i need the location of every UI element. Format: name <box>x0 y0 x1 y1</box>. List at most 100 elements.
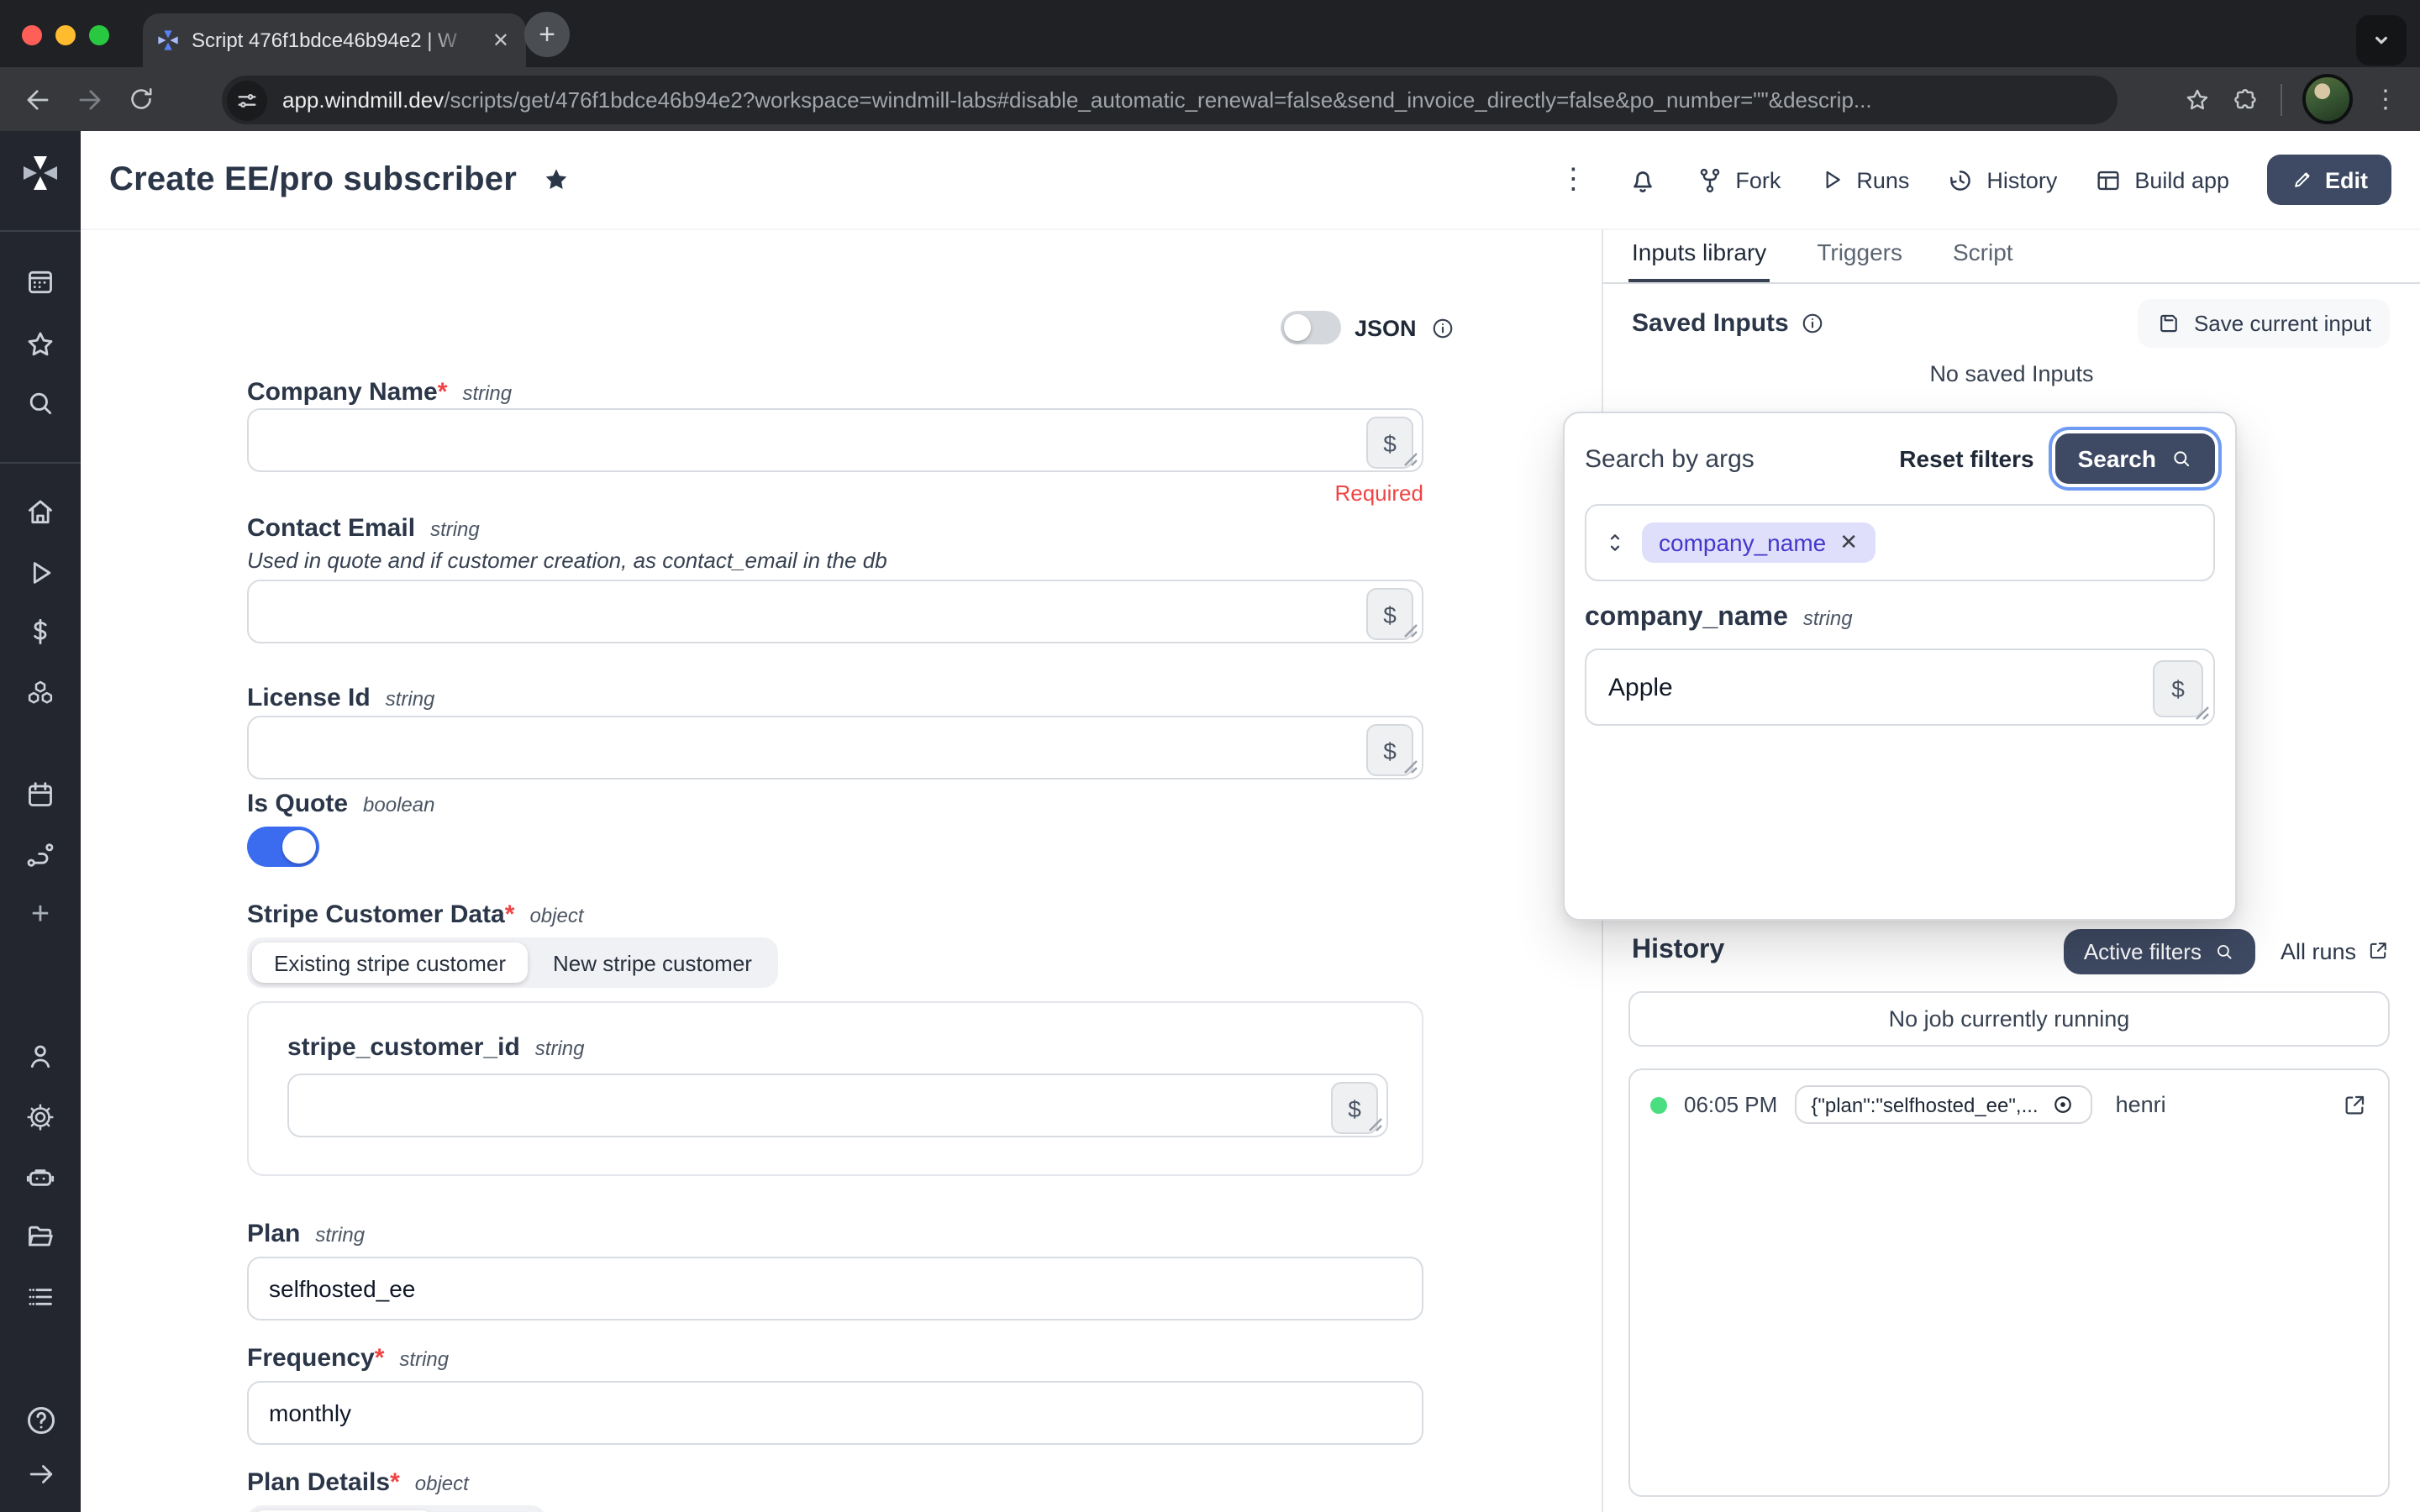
reset-filters-button[interactable]: Reset filters <box>1899 445 2033 472</box>
runs-button[interactable]: Runs <box>1818 166 1909 193</box>
window-minimize-button[interactable] <box>55 25 76 45</box>
search-label: Search <box>2078 445 2156 472</box>
job-open-icon[interactable] <box>2341 1091 2368 1118</box>
sidebar-item-billing[interactable] <box>20 612 60 652</box>
json-toggle[interactable] <box>1281 311 1341 344</box>
sidebar-item-workers[interactable] <box>20 1158 60 1198</box>
arg-chip-company-name[interactable]: company_name ✕ <box>1642 522 1875 563</box>
json-info-icon[interactable] <box>1430 315 1455 340</box>
sidebar-item-users[interactable] <box>20 1037 60 1077</box>
save-current-input-button[interactable]: Save current input <box>2139 298 2390 347</box>
url-bar[interactable]: app.windmill.dev/scripts/get/476f1bdce46… <box>222 76 2118 124</box>
job-row[interactable]: 06:05 PM {"plan":"selfhosted_ee",... hen… <box>1630 1070 2388 1139</box>
browser-tab[interactable]: Script 476f1bdce46b94e2 | W ✕ <box>143 13 526 67</box>
sidebar-item-flows[interactable] <box>20 835 60 875</box>
sidebar-item-home[interactable] <box>20 492 60 533</box>
fork-label: Fork <box>1735 167 1781 192</box>
favorite-star-icon[interactable] <box>540 165 571 195</box>
history-button[interactable]: History <box>1946 165 2057 194</box>
all-runs-link[interactable]: All runs <box>2281 938 2390 963</box>
sidebar-item-schedules[interactable] <box>20 774 60 815</box>
job-args-text: {"plan":"selfhosted_ee",... <box>1811 1093 2038 1116</box>
bookmark-star-icon[interactable] <box>2183 85 2212 113</box>
screen: Script 476f1bdce46b94e2 | W ✕ + app.wind… <box>0 0 2420 1512</box>
extensions-icon[interactable] <box>2232 85 2260 113</box>
company-name-label: Company Name*string <box>247 378 512 407</box>
job-time: 06:05 PM <box>1684 1092 1777 1117</box>
plan-label: Planstring <box>247 1220 365 1248</box>
resize-handle[interactable] <box>1368 1117 1383 1132</box>
tab-triggers[interactable]: Triggers <box>1817 230 1902 282</box>
sidebar-item-add[interactable]: + <box>20 895 60 936</box>
required-asterisk: * <box>390 1468 400 1497</box>
resize-handle[interactable] <box>2195 706 2210 721</box>
fork-button[interactable]: Fork <box>1695 165 1781 194</box>
windmill-favicon <box>156 29 180 52</box>
tab-search-chevron-icon[interactable] <box>2356 15 2407 66</box>
tab-new-stripe-customer[interactable]: New stripe customer <box>531 942 774 983</box>
sidebar-item-runs[interactable] <box>20 553 60 593</box>
edit-button[interactable]: Edit <box>2266 155 2391 205</box>
args-filter-input[interactable]: company_name ✕ <box>1585 504 2215 581</box>
resize-handle[interactable] <box>1403 452 1418 467</box>
tab-inputs-library[interactable]: Inputs library <box>1632 230 1766 282</box>
resize-handle[interactable] <box>1403 623 1418 638</box>
company-name-input[interactable] <box>249 410 1422 470</box>
job-history-list: 06:05 PM {"plan":"selfhosted_ee",... hen… <box>1628 1068 2390 1497</box>
contact-email-field: $ <box>247 580 1423 643</box>
search-button[interactable]: Search <box>2056 433 2215 484</box>
resize-handle[interactable] <box>1403 759 1418 774</box>
url-host: app.windmill.dev <box>282 87 444 113</box>
sidebar-item-apps[interactable] <box>20 262 60 302</box>
stripe-customer-data-label: Stripe Customer Data*object <box>247 900 584 929</box>
script-form: JSON Company Name*string $ Required Cont… <box>81 230 1602 1512</box>
history-title: History <box>1632 936 1724 966</box>
preview-eye-icon[interactable] <box>2050 1092 2075 1117</box>
plan-input[interactable] <box>249 1258 1422 1319</box>
browser-menu-icon[interactable]: ⋮ <box>2373 84 2400 114</box>
job-args-pill[interactable]: {"plan":"selfhosted_ee",... <box>1794 1085 2091 1124</box>
contact-email-input[interactable] <box>249 581 1422 642</box>
tab-existing-stripe-customer[interactable]: Existing stripe customer <box>252 942 528 983</box>
site-settings-icon[interactable] <box>227 80 267 120</box>
job-user: henri <box>2116 1092 2166 1117</box>
popup-title: Search by args <box>1585 444 1754 473</box>
license-id-input[interactable] <box>249 717 1422 778</box>
is-quote-label: Is Quoteboolean <box>247 790 434 818</box>
runs-label: Runs <box>1856 167 1909 192</box>
window-zoom-button[interactable] <box>89 25 109 45</box>
saved-inputs-title: Saved Inputs <box>1632 308 1826 337</box>
notifications-bell-icon[interactable] <box>1626 164 1658 196</box>
frequency-label: Frequency*string <box>247 1344 449 1373</box>
tab-close-icon[interactable]: ✕ <box>489 27 513 54</box>
company-name-filter-input[interactable] <box>1586 650 2213 724</box>
saved-inputs-info-icon[interactable] <box>1801 310 1826 335</box>
sidebar-expand-arrow[interactable] <box>20 1453 60 1494</box>
save-current-input-label: Save current input <box>2194 310 2371 335</box>
reload-button[interactable] <box>121 79 161 119</box>
sidebar-item-folders[interactable] <box>20 1216 60 1257</box>
build-app-button[interactable]: Build app <box>2094 165 2229 194</box>
sidebar-item-resources[interactable] <box>20 674 60 714</box>
sidebar-item-settings[interactable] <box>20 1097 60 1137</box>
tab-script[interactable]: Script <box>1953 230 2013 282</box>
windmill-logo[interactable] <box>20 153 60 193</box>
stripe-customer-id-input[interactable] <box>289 1075 1386 1136</box>
frequency-input[interactable] <box>249 1383 1422 1443</box>
sidebar-item-favorites[interactable] <box>20 324 60 365</box>
back-button[interactable] <box>17 79 57 119</box>
window-close-button[interactable] <box>22 25 42 45</box>
chevron-up-down-icon[interactable] <box>1602 529 1628 556</box>
new-tab-button[interactable]: + <box>524 12 570 57</box>
sidebar-item-search[interactable] <box>20 383 60 423</box>
sidebar-item-help[interactable] <box>20 1399 60 1440</box>
is-quote-toggle[interactable] <box>247 827 319 867</box>
history-icon <box>1946 165 1975 194</box>
chip-remove-icon[interactable]: ✕ <box>1839 529 1858 556</box>
active-filters-button[interactable]: Active filters <box>2064 928 2255 974</box>
more-menu-icon[interactable]: ⋮ <box>1559 163 1589 197</box>
panel-tabs: Inputs library Triggers Script <box>1603 230 2420 284</box>
sidebar-item-audit-logs[interactable] <box>20 1277 60 1317</box>
forward-button[interactable] <box>69 79 109 119</box>
profile-avatar[interactable] <box>2302 74 2353 124</box>
